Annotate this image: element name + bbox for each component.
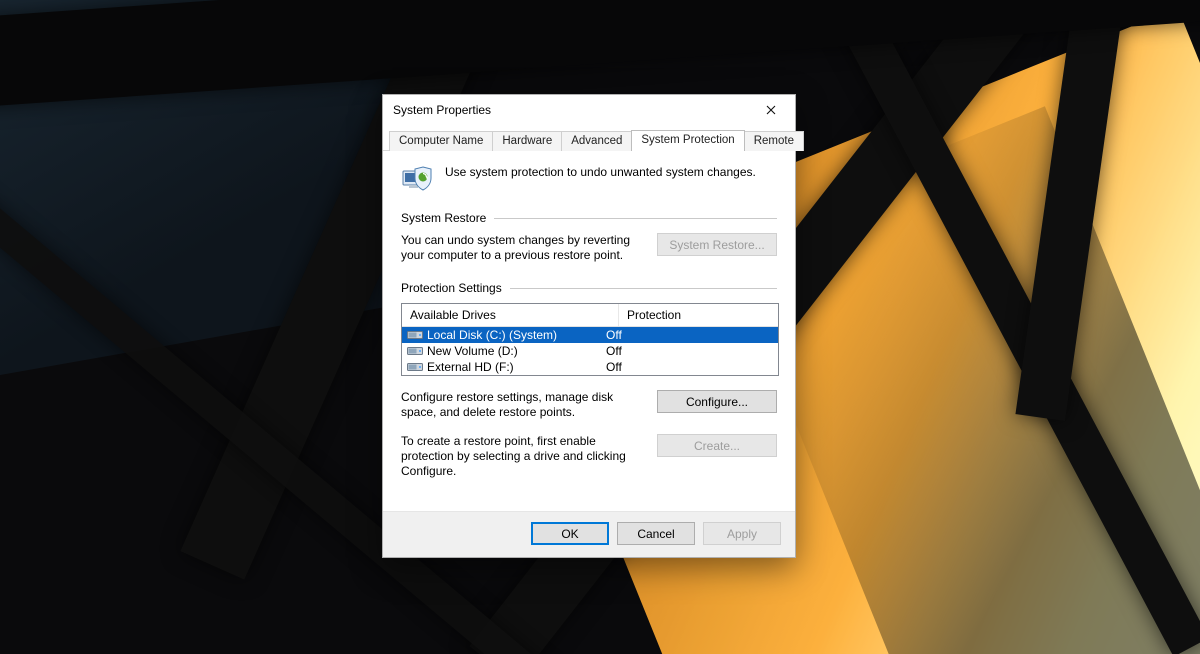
create-button[interactable]: Create...	[657, 434, 777, 457]
tab-system-protection[interactable]: System Protection	[631, 130, 744, 151]
drive-name: Local Disk (C:) (System)	[427, 328, 557, 342]
intro-text: Use system protection to undo unwanted s…	[445, 163, 756, 179]
drive-name: External HD (F:)	[427, 360, 514, 374]
listview-body: Local Disk (C:) (System)OffNew Volume (D…	[402, 327, 778, 375]
drive-protection: Off	[606, 344, 774, 358]
column-protection[interactable]: Protection	[619, 304, 778, 326]
drive-name: New Volume (D:)	[427, 344, 518, 358]
system-properties-dialog: System Properties Computer Name Hardware…	[382, 94, 796, 558]
group-protection-settings: Protection Settings Available Drives Pro…	[401, 281, 777, 479]
dialog-content: Use system protection to undo unwanted s…	[383, 151, 795, 511]
system-restore-button[interactable]: System Restore...	[657, 233, 777, 256]
titlebar[interactable]: System Properties	[383, 95, 795, 125]
tab-remote[interactable]: Remote	[744, 131, 804, 151]
drive-row[interactable]: New Volume (D:) Off	[402, 343, 778, 359]
listview-header: Available Drives Protection	[402, 304, 778, 327]
tab-hardware[interactable]: Hardware	[492, 131, 562, 151]
cancel-button[interactable]: Cancel	[617, 522, 695, 545]
close-icon	[766, 105, 776, 115]
desktop-background: System Properties Computer Name Hardware…	[0, 0, 1200, 654]
column-available-drives[interactable]: Available Drives	[402, 304, 619, 326]
create-description: To create a restore point, first enable …	[401, 434, 641, 479]
close-button[interactable]	[749, 96, 793, 124]
drive-icon	[407, 361, 423, 373]
tab-computer-name[interactable]: Computer Name	[389, 131, 493, 151]
configure-button[interactable]: Configure...	[657, 390, 777, 413]
tabstrip: Computer Name Hardware Advanced System P…	[383, 125, 795, 151]
drive-protection: Off	[606, 328, 774, 342]
configure-description: Configure restore settings, manage disk …	[401, 390, 641, 420]
group-title-protection-settings: Protection Settings	[401, 281, 502, 295]
drive-row[interactable]: External HD (F:) Off	[402, 359, 778, 375]
drive-icon	[407, 345, 423, 357]
ok-button[interactable]: OK	[531, 522, 609, 545]
apply-button[interactable]: Apply	[703, 522, 781, 545]
group-system-restore: System Restore You can undo system chang…	[401, 211, 777, 263]
window-title: System Properties	[393, 103, 749, 117]
drive-icon	[407, 329, 423, 341]
system-protection-icon	[401, 163, 435, 193]
system-restore-description: You can undo system changes by reverting…	[401, 233, 641, 263]
drives-listview[interactable]: Available Drives Protection Local Disk (…	[401, 303, 779, 376]
drive-row[interactable]: Local Disk (C:) (System) Off	[402, 327, 778, 343]
tab-advanced[interactable]: Advanced	[561, 131, 632, 151]
dialog-footer: OK Cancel Apply	[383, 511, 795, 557]
group-title-system-restore: System Restore	[401, 211, 486, 225]
drive-protection: Off	[606, 360, 774, 374]
